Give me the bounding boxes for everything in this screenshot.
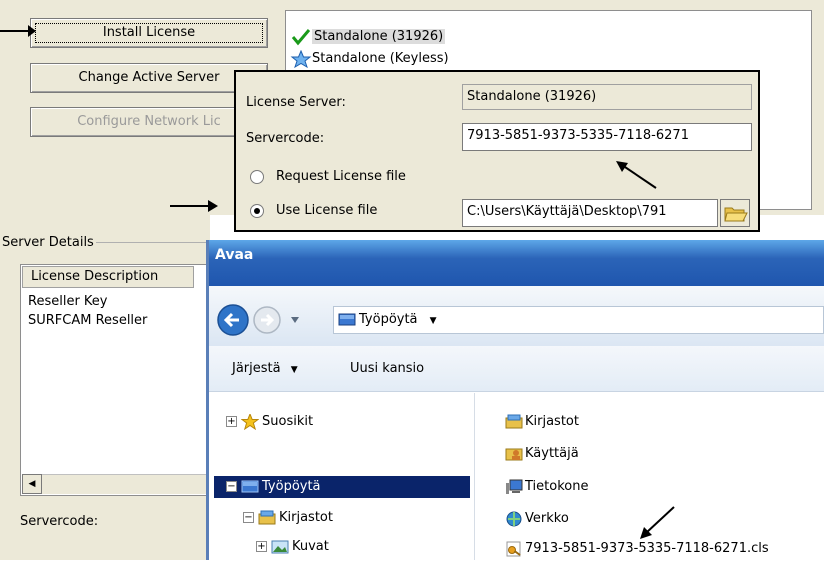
arrow-icon xyxy=(640,506,675,539)
file-item[interactable]: 7913-5851-9373-5335-7118-6271.cls xyxy=(505,538,769,560)
library-icon xyxy=(258,510,276,526)
navigation-buttons xyxy=(217,304,299,336)
breadcrumb[interactable]: Työpöytä xyxy=(359,312,418,327)
collapse-icon[interactable]: − xyxy=(226,481,237,492)
tree-item-libraries[interactable]: − Kirjastot xyxy=(243,507,333,529)
license-path-field[interactable]: C:\Users\Käyttäjä\Desktop\791 xyxy=(462,199,718,227)
tree-item-desktop[interactable]: − Työpöytä xyxy=(214,476,470,498)
server-list-item[interactable]: Standalone (31926) xyxy=(290,27,446,47)
change-active-server-button[interactable]: Change Active Server xyxy=(30,63,268,93)
network-icon xyxy=(505,511,523,527)
browse-button[interactable] xyxy=(720,199,750,227)
dialog-title: Avaa xyxy=(215,247,254,263)
configure-network-license-button[interactable]: Configure Network Lic xyxy=(30,107,268,137)
servercode-details-label: Servercode: xyxy=(20,514,99,529)
request-license-radio[interactable] xyxy=(250,170,264,184)
license-server-field: Standalone (31926) xyxy=(462,84,752,110)
dialog-title-bar[interactable]: Avaa xyxy=(209,240,824,286)
tree-item-pictures[interactable]: + Kuvat xyxy=(256,536,329,558)
arrow-icon xyxy=(616,161,657,189)
computer-icon xyxy=(505,479,523,495)
chevron-down-icon: ▼ xyxy=(290,365,298,375)
folder-open-icon xyxy=(724,207,748,222)
back-icon[interactable] xyxy=(217,304,249,336)
chevron-down-icon[interactable]: ▼ xyxy=(430,316,437,326)
expand-icon[interactable]: + xyxy=(256,541,267,552)
file-item[interactable]: Tietokone xyxy=(505,476,588,498)
star-icon xyxy=(240,412,260,430)
checkmark-icon xyxy=(290,28,312,46)
file-item[interactable]: Kirjastot xyxy=(505,411,579,433)
pictures-icon xyxy=(271,539,289,555)
library-icon xyxy=(505,414,523,430)
organize-menu[interactable]: Järjestä ▼ xyxy=(232,359,298,380)
history-dropdown-icon xyxy=(291,317,299,323)
arrow-icon xyxy=(170,200,218,212)
new-folder-button[interactable]: Uusi kansio xyxy=(350,359,424,379)
use-license-label: Use License file xyxy=(276,203,378,218)
forward-icon[interactable] xyxy=(253,306,281,334)
expand-icon[interactable]: + xyxy=(226,416,237,427)
license-description-header[interactable]: License Description xyxy=(22,266,194,288)
servercode-field[interactable]: 7913-5851-9373-5335-7118-6271 xyxy=(462,123,752,151)
list-item[interactable]: Reseller Key xyxy=(28,293,108,311)
address-bar[interactable]: Työpöytä ▼ xyxy=(333,306,824,334)
server-list-item[interactable]: Standalone (Keyless) xyxy=(290,49,449,69)
file-item[interactable]: Käyttäjä xyxy=(505,443,579,465)
use-license-radio[interactable] xyxy=(250,204,264,218)
scroll-left-button[interactable]: ◀ xyxy=(22,474,42,494)
server-details-label: Server Details xyxy=(0,235,96,250)
star-icon xyxy=(290,49,312,68)
license-popup: License Server: Standalone (31926) Serve… xyxy=(234,70,760,232)
desktop-icon xyxy=(241,479,259,495)
arrow-icon xyxy=(0,25,36,37)
list-item[interactable]: SURFCAM Reseller xyxy=(28,312,147,330)
horizontal-scrollbar[interactable] xyxy=(22,474,212,494)
license-server-label: License Server: xyxy=(246,95,346,110)
servercode-label: Servercode: xyxy=(246,131,325,146)
desktop-icon xyxy=(338,312,356,328)
request-license-label: Request License file xyxy=(276,169,406,184)
user-folder-icon xyxy=(505,446,523,462)
tree-item-favorites[interactable]: + Suosikit xyxy=(226,411,313,433)
collapse-icon[interactable]: − xyxy=(243,512,254,523)
command-bar xyxy=(209,346,824,392)
license-file-icon xyxy=(505,541,523,557)
file-item[interactable]: Verkko xyxy=(505,508,569,530)
install-license-button[interactable]: Install License xyxy=(30,18,268,48)
